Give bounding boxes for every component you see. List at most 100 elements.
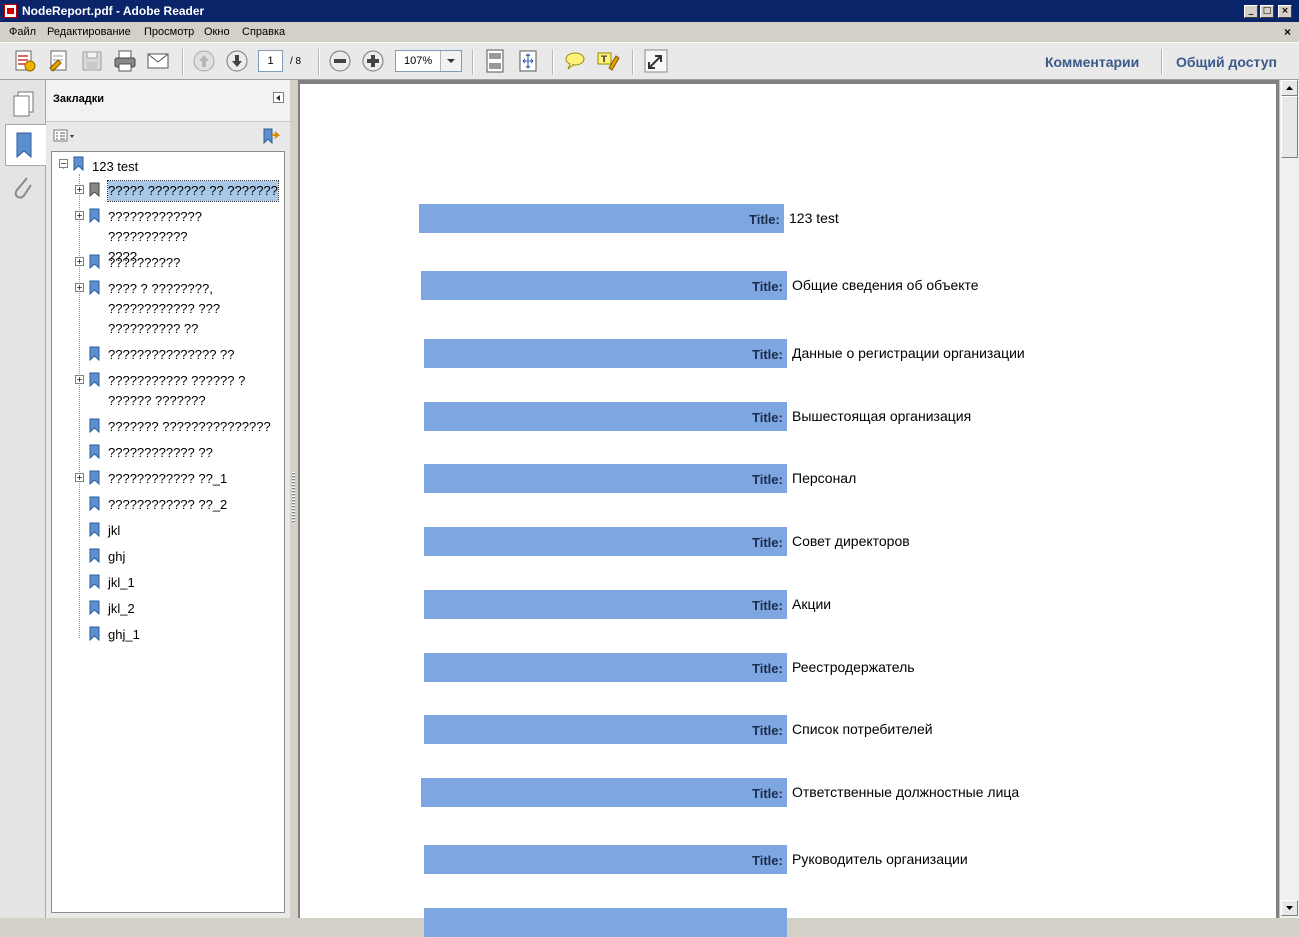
create-pdf-icon[interactable] <box>12 48 38 74</box>
title-label-bar <box>421 271 787 300</box>
scroll-down-icon[interactable] <box>1281 900 1298 916</box>
comments-link[interactable]: Комментарии <box>1045 54 1139 70</box>
bookmarks-tree: − 123 test + ????? ???????? ?? ??????? +??… <box>51 151 285 913</box>
bookmark-item[interactable]: ???? ? ????????, ???????????? ???????????… <box>108 279 282 339</box>
fullscreen-icon[interactable] <box>643 48 669 74</box>
scroll-up-icon[interactable] <box>1281 80 1298 96</box>
close-button[interactable]: × <box>1278 5 1292 18</box>
vertical-scrollbar[interactable] <box>1279 80 1299 918</box>
bookmark-item[interactable]: ghj <box>108 547 282 567</box>
bookmark-icon <box>89 346 100 362</box>
edit-pdf-icon[interactable] <box>46 48 72 74</box>
next-page-icon[interactable] <box>224 48 250 74</box>
bookmark-label: ghj <box>108 549 126 564</box>
email-icon[interactable] <box>145 48 171 74</box>
bookmark-item[interactable]: ???????????? ?? <box>108 443 282 463</box>
save-icon[interactable] <box>79 48 105 74</box>
bookmark-icon <box>89 548 100 564</box>
zoom-out-icon[interactable] <box>327 48 353 74</box>
title-label: Title: <box>752 661 783 676</box>
fit-width-icon[interactable] <box>515 48 541 74</box>
bookmark-icon <box>89 574 100 590</box>
bookmark-item[interactable]: jkl_2 <box>108 599 282 619</box>
title-label-bar <box>424 845 787 874</box>
menu-help[interactable]: Справка <box>242 26 285 38</box>
expand-bookmark-icon[interactable]: + <box>75 257 84 266</box>
options-menu-icon[interactable] <box>53 128 75 144</box>
bookmark-item[interactable]: ?????????? <box>108 253 282 273</box>
title-label: Title: <box>752 723 783 738</box>
attachments-icon[interactable] <box>5 170 41 210</box>
bookmark-icon <box>89 470 100 486</box>
title-label: Title: <box>752 598 783 613</box>
bookmark-item[interactable]: jkl <box>108 521 282 541</box>
bookmark-item[interactable]: jkl_1 <box>108 573 282 593</box>
bookmark-item[interactable]: ???????????? ??_2 <box>108 495 282 515</box>
title-value: Общие сведения об объекте <box>792 277 979 293</box>
menu-view[interactable]: Просмотр <box>144 26 194 38</box>
zoom-in-icon[interactable] <box>360 48 386 74</box>
bookmarks-panel-icon[interactable] <box>5 124 47 166</box>
expand-bookmark-icon[interactable]: + <box>75 375 84 384</box>
menu-file[interactable]: Файл <box>9 26 36 38</box>
chevron-down-icon[interactable] <box>440 51 461 71</box>
expand-bookmark-icon[interactable]: + <box>75 473 84 482</box>
minimize-button[interactable]: _ <box>1244 5 1258 18</box>
comment-icon[interactable] <box>562 48 588 74</box>
title-value: Вышестоящая организация <box>792 408 972 424</box>
pdf-page: Title: 123 test Title: Общие сведения об об… <box>300 84 1276 937</box>
title-label: Title: <box>749 212 780 227</box>
title-label-bar <box>419 204 784 233</box>
title-label: Title: <box>752 853 783 868</box>
bookmark-label: jkl_1 <box>108 575 135 590</box>
previous-page-icon[interactable] <box>191 48 217 74</box>
close-document-icon[interactable]: × <box>1284 25 1291 39</box>
page-thumbnails-icon[interactable] <box>5 86 41 126</box>
bookmark-item[interactable]: ???????????? ??_1 <box>108 469 282 489</box>
collapse-panel-icon[interactable] <box>273 92 284 103</box>
window-title: NodeReport.pdf - Adobe Reader <box>22 4 205 18</box>
title-label-bar <box>424 653 787 682</box>
fit-page-icon[interactable] <box>482 48 508 74</box>
bookmark-icon <box>89 208 100 224</box>
title-label: Title: <box>752 410 783 425</box>
panel-splitter[interactable] <box>290 80 298 918</box>
title-label-bar <box>424 402 787 431</box>
share-link[interactable]: Общий доступ <box>1176 54 1277 70</box>
bookmark-label: ???????????? ??? <box>108 301 221 316</box>
bookmark-label: ghj_1 <box>108 627 140 642</box>
expand-bookmark-icon[interactable]: + <box>75 185 84 194</box>
menu-edit[interactable]: Редактирование <box>47 26 131 38</box>
navigation-panel-strip <box>0 80 47 918</box>
new-bookmark-icon[interactable] <box>260 126 281 146</box>
print-icon[interactable] <box>112 48 138 74</box>
title-value: Персонал <box>792 470 857 486</box>
page-number-input[interactable]: 1 <box>258 50 283 72</box>
maximize-button[interactable]: □ <box>1260 5 1274 18</box>
window-title-bar[interactable]: NodeReport.pdf - Adobe Reader _ □ × <box>0 0 1299 22</box>
title-label-bar <box>424 527 787 556</box>
title-label-bar <box>424 464 787 493</box>
menu-window[interactable]: Окно <box>204 26 230 38</box>
collapse-root-icon[interactable]: − <box>59 159 68 168</box>
bookmark-item[interactable]: ????? ???????? ?? ??????? <box>107 180 282 202</box>
highlight-icon[interactable]: T <box>595 48 621 74</box>
bookmarks-title: Закладки <box>53 93 105 105</box>
zoom-select[interactable]: 107% <box>395 50 462 72</box>
title-value: Акции <box>792 596 832 612</box>
bookmark-item[interactable]: ??????? ??????????????? <box>108 417 282 437</box>
title-value: Совет директоров <box>792 533 910 549</box>
zoom-value: 107% <box>404 55 433 67</box>
title-label: Title: <box>752 786 783 801</box>
bookmark-item[interactable]: ghj_1 <box>108 625 282 645</box>
expand-bookmark-icon[interactable]: + <box>75 283 84 292</box>
scrollbar-thumb[interactable] <box>1281 96 1298 158</box>
bookmark-item[interactable]: ??????????????? ?? <box>108 345 282 365</box>
pdf-app-icon <box>4 4 17 18</box>
bookmark-root[interactable]: 123 test <box>92 157 138 177</box>
bookmark-label: jkl_2 <box>108 601 135 616</box>
bookmark-item[interactable]: ??????????? ?????? ? ?????? ??????? <box>108 371 282 411</box>
title-label-bar <box>421 778 787 807</box>
expand-bookmark-icon[interactable]: + <box>75 211 84 220</box>
title-value: Данные о регистрации организации <box>792 345 1025 361</box>
